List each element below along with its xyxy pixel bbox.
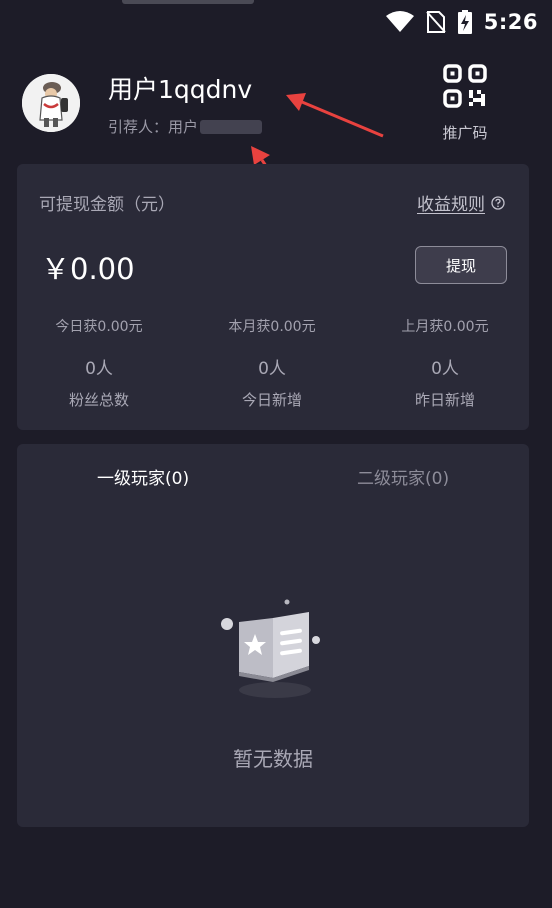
help-icon: [491, 195, 505, 210]
no-sim-icon: [426, 11, 446, 33]
qr-code-icon: [443, 64, 487, 108]
battery-charging-icon: [457, 10, 472, 34]
annotation-arrow-username: [286, 93, 384, 138]
stat-last-month: 上月获0.00元 0人 昨日新增: [363, 316, 527, 410]
tab-level2-players[interactable]: 二级玩家(0): [357, 464, 449, 489]
empty-state-text: 暂无数据: [233, 747, 313, 771]
tab-level1-players[interactable]: 一级玩家(0): [97, 464, 189, 489]
stat-month: 本月获0.00元 0人 今日新增: [181, 316, 363, 410]
earnings-card: 可提现金额（元） 收益规则 ￥0.00 提现 今日获0.00元 0人 粉丝总数 …: [17, 164, 529, 430]
promo-code-label: 推广码: [442, 124, 488, 142]
withdraw-button[interactable]: 提现: [415, 246, 507, 284]
stat-count: 0人: [85, 359, 113, 379]
stat-earned: 上月获0.00元: [401, 319, 489, 335]
status-icons: 5:26: [385, 10, 538, 34]
stat-earned: 本月获0.00元: [228, 319, 316, 335]
stat-today: 今日获0.00元 0人 粉丝总数: [17, 316, 181, 410]
earning-rules-link[interactable]: 收益规则: [417, 190, 505, 215]
stat-label: 粉丝总数: [68, 391, 129, 409]
balance-amount: ￥0.00: [41, 252, 135, 286]
promo-code-button[interactable]: 推广码: [440, 64, 490, 143]
avatar[interactable]: [22, 74, 80, 132]
stat-label: 昨日新增: [414, 391, 475, 409]
earning-rules-label: 收益规则: [417, 195, 485, 215]
stat-earned: 今日获0.00元: [55, 319, 143, 335]
players-card: 一级玩家(0) 二级玩家(0) 暂无数据: [17, 444, 529, 827]
stats-row: 今日获0.00元 0人 粉丝总数 本月获0.00元 0人 今日新增 上月获0.0…: [17, 316, 529, 410]
referrer-label: 引荐人：用户: [108, 118, 199, 136]
withdrawable-title: 可提现金额（元）: [39, 195, 175, 215]
referrer-line: 引荐人：用户: [108, 116, 263, 137]
stat-count: 0人: [431, 359, 459, 379]
camera-notch: [122, 0, 254, 4]
avatar-figure-icon: [22, 74, 80, 132]
empty-book-icon: [221, 599, 320, 698]
clock: 5:26: [483, 10, 538, 34]
referrer-name-redacted: [200, 119, 263, 134]
stat-label: 今日新增: [241, 391, 302, 409]
username: 用户1qqdnv: [108, 75, 253, 104]
stat-count: 0人: [258, 359, 286, 379]
status-bar: 5:26: [0, 0, 552, 46]
wifi-icon: [385, 11, 414, 32]
